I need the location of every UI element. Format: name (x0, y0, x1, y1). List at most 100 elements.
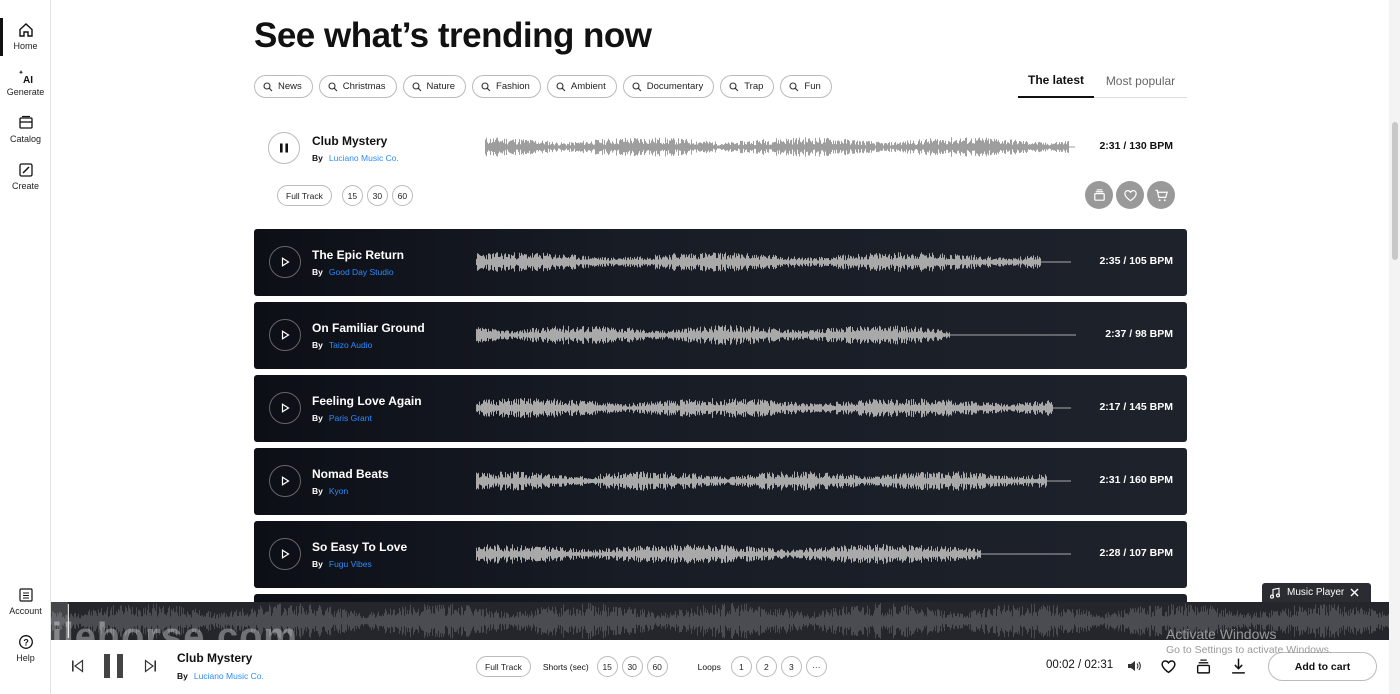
pause-icon[interactable] (103, 653, 125, 679)
loop-more-button[interactable]: ··· (805, 656, 827, 677)
waveform[interactable] (485, 136, 1075, 158)
sidebar-item-account[interactable]: Account (0, 587, 51, 616)
track-duration-bpm: 2:35 / 105 BPM (1099, 255, 1173, 267)
short-15-button[interactable]: 15 (341, 185, 363, 206)
waveform[interactable] (476, 543, 1071, 565)
artist-link[interactable]: Fugu Vibes (329, 559, 372, 569)
download-icon[interactable] (1230, 657, 1247, 675)
artist-link[interactable]: Luciano Music Co. (194, 671, 264, 681)
volume-icon[interactable] (1126, 658, 1142, 674)
close-icon[interactable] (1350, 588, 1359, 597)
play-button[interactable] (269, 246, 301, 278)
stack-icon[interactable] (1195, 658, 1212, 675)
page-scrollbar[interactable] (1389, 0, 1400, 694)
artist-link[interactable]: Good Day Studio (329, 267, 394, 277)
chip-ambient[interactable]: Ambient (546, 75, 617, 98)
search-icon (411, 81, 421, 91)
sidebar-label: Catalog (9, 134, 42, 144)
waveform[interactable] (476, 397, 1071, 419)
track-row[interactable]: Feeling Love Again By Paris Grant 2:17 / … (254, 375, 1187, 442)
music-player-tab[interactable]: Music Player (1262, 583, 1371, 602)
waveform[interactable] (476, 470, 1071, 492)
play-button[interactable] (269, 392, 301, 424)
track-artist: By Taizo Audio (312, 340, 372, 350)
next-icon[interactable] (144, 659, 157, 673)
play-button[interactable] (269, 319, 301, 351)
play-button[interactable] (269, 538, 301, 570)
chip-trap[interactable]: Trap (720, 75, 775, 98)
loop-1-button[interactable]: 1 (730, 656, 752, 677)
track-row[interactable]: On Familiar Ground By Taizo Audio 2:37 / … (254, 302, 1187, 369)
sidebar-label: Create (11, 181, 39, 191)
scrollbar-thumb[interactable] (1392, 122, 1398, 260)
track-row[interactable]: So Easy To Love By Fugu Vibes 2:28 / 107 … (254, 521, 1187, 588)
by-label: By (312, 340, 323, 350)
main-content: See what’s trending now News Christmas N… (51, 0, 1389, 694)
track-artist: By Good Day Studio (312, 267, 394, 277)
play-button[interactable] (269, 465, 301, 497)
short-60-button[interactable]: 60 (391, 185, 413, 206)
by-label: By (312, 267, 323, 277)
pause-button[interactable] (268, 132, 300, 164)
short-30-button[interactable]: 30 (366, 185, 388, 206)
loop-3-button[interactable]: 3 (780, 656, 802, 677)
previous-icon[interactable] (71, 659, 84, 673)
chip-christmas[interactable]: Christmas (318, 75, 397, 98)
play-icon (281, 403, 290, 413)
version-selector: Full Track 15 30 60 (277, 185, 413, 206)
activate-subtitle: Go to Settings to activate Windows. (1166, 644, 1332, 656)
short-30-button[interactable]: 30 (621, 656, 643, 677)
short-15-button[interactable]: 15 (596, 656, 618, 677)
search-icon (263, 81, 273, 91)
sidebar-label: Account (9, 606, 42, 616)
add-to-project-button[interactable] (1085, 181, 1113, 209)
chip-fashion[interactable]: Fashion (472, 75, 541, 98)
add-to-cart-button[interactable]: Add to cart (1268, 652, 1377, 681)
full-track-button[interactable]: Full Track (476, 656, 531, 677)
track-duration-bpm: 2:37 / 98 BPM (1105, 328, 1173, 340)
loop-2-button[interactable]: 2 (755, 656, 777, 677)
artist-link[interactable]: Luciano Music Co. (329, 153, 399, 163)
waveform[interactable] (476, 251, 1071, 273)
track-title: Club Mystery (312, 134, 388, 148)
activate-title: Activate Windows (1166, 626, 1277, 642)
sidebar-item-create[interactable]: Create (0, 162, 51, 191)
play-icon (281, 549, 290, 559)
by-label: By (312, 559, 323, 569)
favorite-button[interactable] (1116, 181, 1144, 209)
by-label: By (312, 153, 323, 163)
chip-label: Nature (426, 81, 456, 92)
sidebar-item-home[interactable]: Home (0, 18, 51, 56)
artist-link[interactable]: Kyon (329, 486, 348, 496)
tab-the-latest[interactable]: The latest (1018, 64, 1094, 98)
catalog-icon (18, 115, 33, 129)
heart-icon[interactable] (1160, 658, 1177, 675)
cart-button[interactable] (1147, 181, 1175, 209)
tab-most-popular[interactable]: Most popular (1094, 64, 1187, 98)
artist-link[interactable]: Taizo Audio (329, 340, 372, 350)
sidebar-label: Home (13, 41, 38, 51)
short-60-button[interactable]: 60 (646, 656, 668, 677)
account-icon (18, 588, 33, 602)
chip-news[interactable]: News (254, 75, 313, 98)
svg-text:?: ? (23, 638, 29, 648)
cart-icon (1154, 189, 1168, 201)
artist-link[interactable]: Paris Grant (329, 413, 372, 423)
sidebar-item-generate[interactable]: AI Generate (0, 68, 51, 97)
shorts-label: Shorts (sec) (542, 661, 589, 672)
search-icon (481, 81, 491, 91)
chip-nature[interactable]: Nature (402, 75, 467, 98)
chip-label: Christmas (342, 81, 386, 92)
play-icon (281, 476, 290, 486)
full-track-button[interactable]: Full Track (277, 185, 332, 206)
chip-fun[interactable]: Fun (780, 75, 832, 98)
track-row[interactable]: Nomad Beats By Kyon 2:31 / 160 BPM (254, 448, 1187, 515)
sidebar-item-catalog[interactable]: Catalog (0, 115, 51, 144)
by-label: By (312, 413, 323, 423)
chip-label: Fun (804, 81, 821, 92)
track-artist: By Kyon (312, 486, 348, 496)
waveform[interactable] (476, 324, 1076, 346)
track-row[interactable]: The Epic Return By Good Day Studio 2:35 /… (254, 229, 1187, 296)
chip-documentary[interactable]: Documentary (622, 75, 715, 98)
tag-chips: News Christmas Nature Fashion Ambient Do… (254, 75, 832, 98)
